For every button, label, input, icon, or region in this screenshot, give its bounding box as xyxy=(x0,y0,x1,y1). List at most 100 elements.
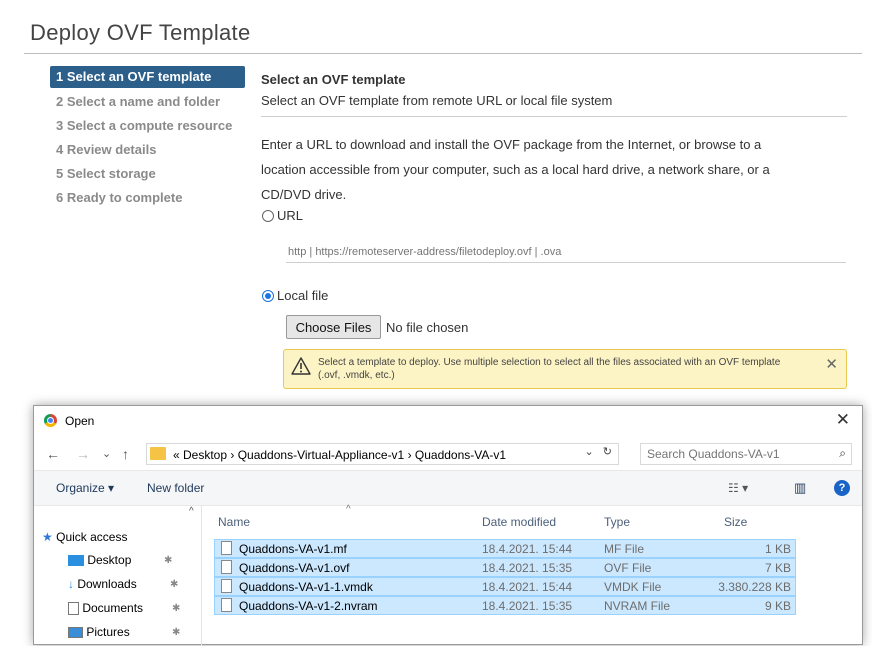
file-date: 18.4.2021. 15:35 xyxy=(482,599,573,613)
choose-files-button[interactable]: Choose Files xyxy=(286,315,381,339)
address-bar[interactable]: « Desktop › Quaddons-Virtual-Appliance-v… xyxy=(146,443,619,465)
file-icon xyxy=(221,560,232,574)
download-icon: ↓ xyxy=(68,577,74,591)
url-radio[interactable] xyxy=(262,209,274,222)
file-date: 18.4.2021. 15:44 xyxy=(482,580,573,594)
file-name: Quaddons-VA-v1.mf xyxy=(239,542,347,556)
file-name: Quaddons-VA-v1-2.nvram xyxy=(239,599,378,613)
file-date: 18.4.2021. 15:44 xyxy=(482,542,573,556)
navigation-pane: ^ ★ Quick access Desktop ↓ Downloads Doc… xyxy=(34,506,202,646)
sidebar-item-quick-access[interactable]: ★ Quick access xyxy=(42,530,127,544)
folder-icon xyxy=(150,447,166,460)
url-input[interactable] xyxy=(286,241,846,263)
section-subtitle: Select an OVF template from remote URL o… xyxy=(261,93,613,108)
sidebar-item-pictures[interactable]: Pictures xyxy=(68,625,130,639)
file-name: Quaddons-VA-v1-1.vmdk xyxy=(239,580,373,594)
table-row[interactable]: Quaddons-VA-v1.ovf 18.4.2021. 15:35 OVF … xyxy=(214,558,796,577)
step-select-name-folder[interactable]: 2 Select a name and folder xyxy=(50,90,245,114)
description-line: location accessible from your computer, … xyxy=(261,162,770,177)
chevron-down-icon[interactable]: ⌄ xyxy=(585,446,594,458)
pin-icon[interactable]: ✱ xyxy=(170,579,178,590)
local-file-option[interactable]: Local file xyxy=(262,287,328,303)
breadcrumb[interactable]: « Desktop › Quaddons-Virtual-Appliance-v… xyxy=(173,448,506,462)
section-title: Select an OVF template xyxy=(261,72,406,87)
recent-locations-chevron-icon[interactable]: ⌄ xyxy=(102,447,111,460)
description-line: CD/DVD drive. xyxy=(261,187,347,202)
sidebar-item-label: Documents xyxy=(82,601,144,615)
back-arrow-icon[interactable]: ← xyxy=(46,446,60,462)
url-radio-label: URL xyxy=(277,208,304,224)
sort-indicator-icon: ^ xyxy=(346,504,351,515)
local-file-radio[interactable] xyxy=(262,289,274,302)
view-options-icon[interactable]: ☷ ▾ xyxy=(728,481,748,495)
column-header-name[interactable]: Name xyxy=(218,515,250,529)
up-arrow-icon[interactable]: ↑ xyxy=(122,446,129,462)
sidebar-item-label: Quick access xyxy=(56,530,128,544)
column-header-date-modified[interactable]: Date modified xyxy=(482,515,556,529)
step-select-storage[interactable]: 5 Select storage xyxy=(50,162,245,186)
warning-banner: Select a template to deploy. Use multipl… xyxy=(283,349,847,389)
documents-icon xyxy=(68,602,79,616)
file-size: 7 KB xyxy=(764,561,791,575)
file-size: 9 KB xyxy=(764,599,791,613)
address-dropdown[interactable]: ⌄ ↻ xyxy=(582,445,618,465)
search-input[interactable] xyxy=(640,443,852,465)
file-name: Quaddons-VA-v1.ovf xyxy=(239,561,350,575)
table-row[interactable]: Quaddons-VA-v1-1.vmdk 18.4.2021. 15:44 V… xyxy=(214,577,796,596)
file-type: MF File xyxy=(604,542,644,556)
step-select-compute-resource[interactable]: 3 Select a compute resource xyxy=(50,114,245,138)
title-divider xyxy=(24,53,862,54)
description-line: Enter a URL to download and install the … xyxy=(261,137,762,152)
warning-icon xyxy=(291,357,311,375)
sidebar-item-downloads[interactable]: ↓ Downloads xyxy=(68,577,137,591)
refresh-icon[interactable]: ↻ xyxy=(603,446,612,458)
section-divider xyxy=(261,116,847,117)
search-icon[interactable]: ⌕ xyxy=(839,446,846,461)
column-header-size[interactable]: Size xyxy=(724,515,747,529)
file-date: 18.4.2021. 15:35 xyxy=(482,561,573,575)
star-icon: ★ xyxy=(42,530,53,544)
dialog-close-icon[interactable]: ✕ xyxy=(836,410,850,430)
column-header-type[interactable]: Type xyxy=(604,515,630,529)
preview-pane-icon[interactable]: ▥ xyxy=(794,480,806,496)
pictures-icon xyxy=(68,627,83,639)
file-size: 1 KB xyxy=(764,542,791,556)
pin-icon[interactable]: ✱ xyxy=(172,627,180,638)
sidebar-item-label: Pictures xyxy=(86,625,130,639)
file-type: VMDK File xyxy=(604,580,662,594)
table-row[interactable]: Quaddons-VA-v1-2.nvram 18.4.2021. 15:35 … xyxy=(214,596,796,615)
sidebar-item-documents[interactable]: Documents xyxy=(68,601,144,616)
file-icon xyxy=(221,579,232,593)
sidebar-item-desktop[interactable]: Desktop xyxy=(68,553,131,567)
forward-arrow-icon[interactable]: → xyxy=(76,446,90,462)
no-file-chosen-text: No file chosen xyxy=(386,320,469,335)
step-select-template[interactable]: 1 Select an OVF template xyxy=(50,66,245,88)
help-icon[interactable]: ? xyxy=(834,480,850,496)
warning-text: Select a template to deploy. Use multipl… xyxy=(318,357,781,381)
file-size: 3.380.228 KB xyxy=(718,580,791,594)
desktop-icon xyxy=(68,555,84,567)
dialog-titlebar: Open ✕ xyxy=(34,406,862,434)
pin-icon[interactable]: ✱ xyxy=(164,555,172,566)
file-icon xyxy=(221,541,232,555)
page-title: Deploy OVF Template xyxy=(30,20,251,45)
sidebar-scroll-up-icon[interactable]: ^ xyxy=(189,506,194,517)
step-review-details[interactable]: 4 Review details xyxy=(50,138,245,162)
file-type: NVRAM File xyxy=(604,599,671,613)
new-folder-button[interactable]: New folder xyxy=(147,481,204,495)
wizard-steps: 1 Select an OVF template 2 Select a name… xyxy=(50,66,245,210)
open-file-dialog: Open ✕ ← → ⌄ ↑ « Desktop › Quaddons-Virt… xyxy=(33,405,863,646)
pin-icon[interactable]: ✱ xyxy=(172,603,180,614)
dialog-title: Open xyxy=(65,414,95,428)
close-icon[interactable]: ✕ xyxy=(825,355,838,373)
table-row[interactable]: Quaddons-VA-v1.mf 18.4.2021. 15:44 MF Fi… xyxy=(214,539,796,558)
step-ready-to-complete[interactable]: 6 Ready to complete xyxy=(50,186,245,210)
description: Enter a URL to download and install the … xyxy=(261,132,847,207)
search-box: ⌕ xyxy=(640,443,852,465)
file-type: OVF File xyxy=(604,561,652,575)
chrome-icon xyxy=(44,414,57,427)
organize-button[interactable]: Organize ▾ xyxy=(56,481,114,495)
url-option[interactable]: URL xyxy=(262,207,303,223)
sidebar-item-label: Desktop xyxy=(87,553,132,567)
dialog-toolbar: Organize ▾ New folder ☷ ▾ ▥ ? xyxy=(34,470,862,506)
